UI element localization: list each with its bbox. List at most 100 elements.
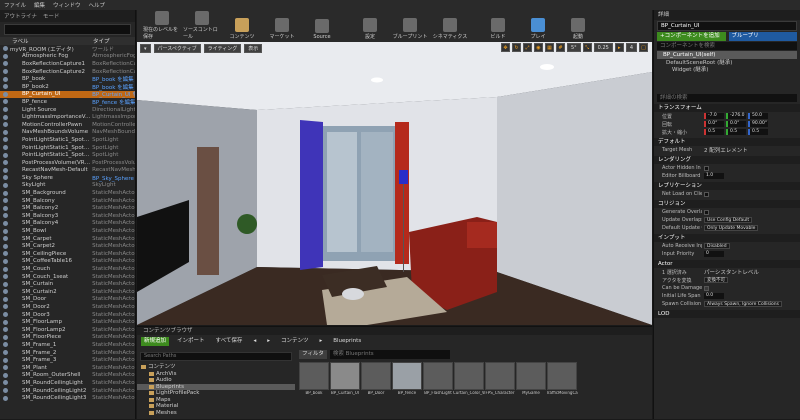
- tab-outliner[interactable]: アウトライナ: [4, 12, 37, 20]
- visibility-eye-icon[interactable]: [3, 304, 8, 310]
- outliner-row[interactable]: SM_Carpet2 StaticMeshActor: [0, 242, 135, 250]
- outliner-row[interactable]: SM_FloorLamp StaticMeshActor: [0, 318, 135, 326]
- world-icon[interactable]: ◉: [533, 43, 543, 52]
- outliner-row[interactable]: SM_Curtain2 StaticMeshActor: [0, 288, 135, 296]
- breadcrumb-leaf[interactable]: Blueprints: [330, 337, 364, 346]
- outliner-row[interactable]: PostProcessVolume(VRSetting)PostProcessV…: [0, 159, 135, 167]
- asset-tile[interactable]: TrafficMovingCarLights: [546, 362, 578, 396]
- visibility-eye-icon[interactable]: [3, 198, 8, 204]
- outliner-row[interactable]: SM_Couch_1seat StaticMeshActor: [0, 273, 135, 281]
- visibility-eye-icon[interactable]: [3, 251, 8, 257]
- location-x[interactable]: -7.0: [704, 113, 724, 119]
- visibility-eye-icon[interactable]: [3, 266, 8, 272]
- outliner-row[interactable]: SM_Balcony4 StaticMeshActor: [0, 220, 135, 228]
- outliner-row[interactable]: SM_Door3 StaticMeshActor: [0, 311, 135, 319]
- outliner-row[interactable]: Atmospheric Fog AtmosphericFog: [0, 53, 135, 61]
- save-level-button[interactable]: 現在のレベルを保存: [143, 11, 181, 40]
- scale-icon[interactable]: ⤢: [522, 43, 532, 52]
- outliner-row[interactable]: SM_Balcony2 StaticMeshActor: [0, 204, 135, 212]
- visibility-eye-icon[interactable]: [3, 281, 8, 287]
- gen-overlap-checkbox[interactable]: [704, 209, 709, 215]
- outliner-row[interactable]: SM_Background StaticMeshActor: [0, 189, 135, 197]
- visibility-eye-icon[interactable]: [3, 243, 8, 249]
- visibility-eye-icon[interactable]: [3, 137, 8, 143]
- content-browser-tab[interactable]: コンテンツブラウザ: [137, 327, 652, 335]
- visibility-eye-icon[interactable]: [3, 160, 8, 166]
- outliner-row[interactable]: SM_Frame_2 StaticMeshActor: [0, 349, 135, 357]
- asset-search-input[interactable]: 検索 Blueprints: [329, 349, 450, 359]
- level-viewport[interactable]: ▾ パースペクティブ ライティング 表示 ✥ ↻ ⤢ ◉ ▦ # 5° ⤡ 0.…: [137, 42, 652, 325]
- visibility-eye-icon[interactable]: [3, 167, 8, 173]
- outliner-row[interactable]: SM_RoundCeilingLight StaticMeshActor: [0, 379, 135, 387]
- section-input[interactable]: インプット: [654, 234, 800, 242]
- location-z[interactable]: 50.0: [748, 113, 768, 119]
- outliner-row[interactable]: myVR_ROOM (エディタ) ワールド: [0, 45, 135, 53]
- visibility-eye-icon[interactable]: [3, 319, 8, 325]
- damaged-checkbox[interactable]: [704, 285, 709, 291]
- upd-overlap-dropdown[interactable]: Use Config Default: [704, 217, 753, 223]
- visibility-eye-icon[interactable]: [3, 205, 8, 211]
- visibility-eye-icon[interactable]: [3, 61, 8, 67]
- outliner-row[interactable]: SM_CoffeeTable16 StaticMeshActor: [0, 258, 135, 266]
- visibility-eye-icon[interactable]: [3, 46, 8, 52]
- outliner-row[interactable]: SM_CeilingPiece StaticMeshActor: [0, 250, 135, 258]
- asset-tile[interactable]: BP_Curtain_UI: [330, 362, 360, 396]
- surface-snap-icon[interactable]: ▦: [544, 43, 554, 52]
- asset-tile[interactable]: BP_book: [299, 362, 329, 396]
- rotation-z[interactable]: 90.00°: [748, 121, 768, 127]
- scale-y[interactable]: 0.5: [726, 129, 746, 135]
- visibility-eye-icon[interactable]: [3, 350, 8, 356]
- scale-x[interactable]: 0.5: [704, 129, 724, 135]
- visibility-eye-icon[interactable]: [3, 327, 8, 333]
- settings-button[interactable]: 設定: [351, 18, 389, 40]
- visibility-eye-icon[interactable]: [3, 236, 8, 242]
- target-mesh-value[interactable]: 2 配列エレメント: [704, 146, 748, 154]
- spawn-dropdown[interactable]: Always Spawn, Ignore Collisions: [704, 301, 782, 307]
- visibility-eye-icon[interactable]: [3, 69, 8, 75]
- search-paths-input[interactable]: Search Paths: [140, 352, 292, 361]
- add-new-button[interactable]: 新規追加: [141, 336, 170, 346]
- outliner-row[interactable]: SM_Bowl StaticMeshActor: [0, 227, 135, 235]
- convert-dropdown[interactable]: 変換不可: [704, 277, 728, 283]
- asset-tile[interactable]: BP_fence: [392, 362, 422, 396]
- visibility-eye-icon[interactable]: [3, 274, 8, 280]
- asset-tile[interactable]: BP_Door: [361, 362, 391, 396]
- source-control-button[interactable]: ソースコントロール: [183, 11, 221, 40]
- outliner-row[interactable]: BP_book BP_book を編集: [0, 75, 135, 83]
- outliner-search-input[interactable]: [4, 24, 131, 35]
- launch-button[interactable]: 起動: [559, 18, 597, 40]
- outliner-row[interactable]: NavMeshBoundsVolumeNavMeshBoundsVolume: [0, 129, 135, 137]
- outliner-row[interactable]: BP_book2 BP_book を編集: [0, 83, 135, 91]
- hidden-checkbox[interactable]: [704, 165, 709, 171]
- location-y[interactable]: -276.0: [726, 113, 746, 119]
- back-icon[interactable]: ◂: [250, 337, 259, 346]
- grid-snap-icon[interactable]: #: [555, 43, 565, 52]
- outliner-row[interactable]: PointLightStatic1_SpotLight SpotLight: [0, 136, 135, 144]
- visibility-eye-icon[interactable]: [3, 220, 8, 226]
- visibility-eye-icon[interactable]: [3, 182, 8, 188]
- scale-snap-icon[interactable]: ⤡: [582, 43, 592, 52]
- rotation-y[interactable]: 0.0°: [726, 121, 746, 127]
- component-self[interactable]: BP_Curtain_UI(self): [657, 51, 797, 59]
- outliner-row[interactable]: SM_Carpet StaticMeshActor: [0, 235, 135, 243]
- visibility-eye-icon[interactable]: [3, 312, 8, 318]
- details-search-input[interactable]: 詳細の検索: [657, 94, 797, 102]
- visibility-eye-icon[interactable]: [3, 190, 8, 196]
- cinematics-button[interactable]: シネマティクス: [431, 18, 469, 40]
- camera-speed-value[interactable]: 4: [625, 43, 637, 52]
- component-widget[interactable]: Widget (継承): [654, 67, 800, 74]
- visibility-eye-icon[interactable]: [3, 365, 8, 371]
- section-rendering[interactable]: レンダリング: [654, 156, 800, 164]
- details-tab[interactable]: 詳細: [654, 10, 800, 20]
- section-transform[interactable]: トランスフォーム: [654, 104, 800, 112]
- rotation-x[interactable]: 0.0°: [704, 121, 724, 127]
- add-component-button[interactable]: +コンポーネントを追加: [657, 32, 726, 41]
- visibility-eye-icon[interactable]: [3, 258, 8, 264]
- visibility-eye-icon[interactable]: [3, 372, 8, 378]
- lifespan-value[interactable]: 0.0: [704, 293, 724, 299]
- outliner-row[interactable]: RecastNavMesh-Default RecastNavMesh: [0, 167, 135, 175]
- scale-z[interactable]: 0.5: [748, 129, 768, 135]
- source-button[interactable]: Source: [303, 19, 341, 40]
- visibility-eye-icon[interactable]: [3, 342, 8, 348]
- outliner-row[interactable]: BoxReflectionCapture2 BoxReflectionCaptur…: [0, 68, 135, 76]
